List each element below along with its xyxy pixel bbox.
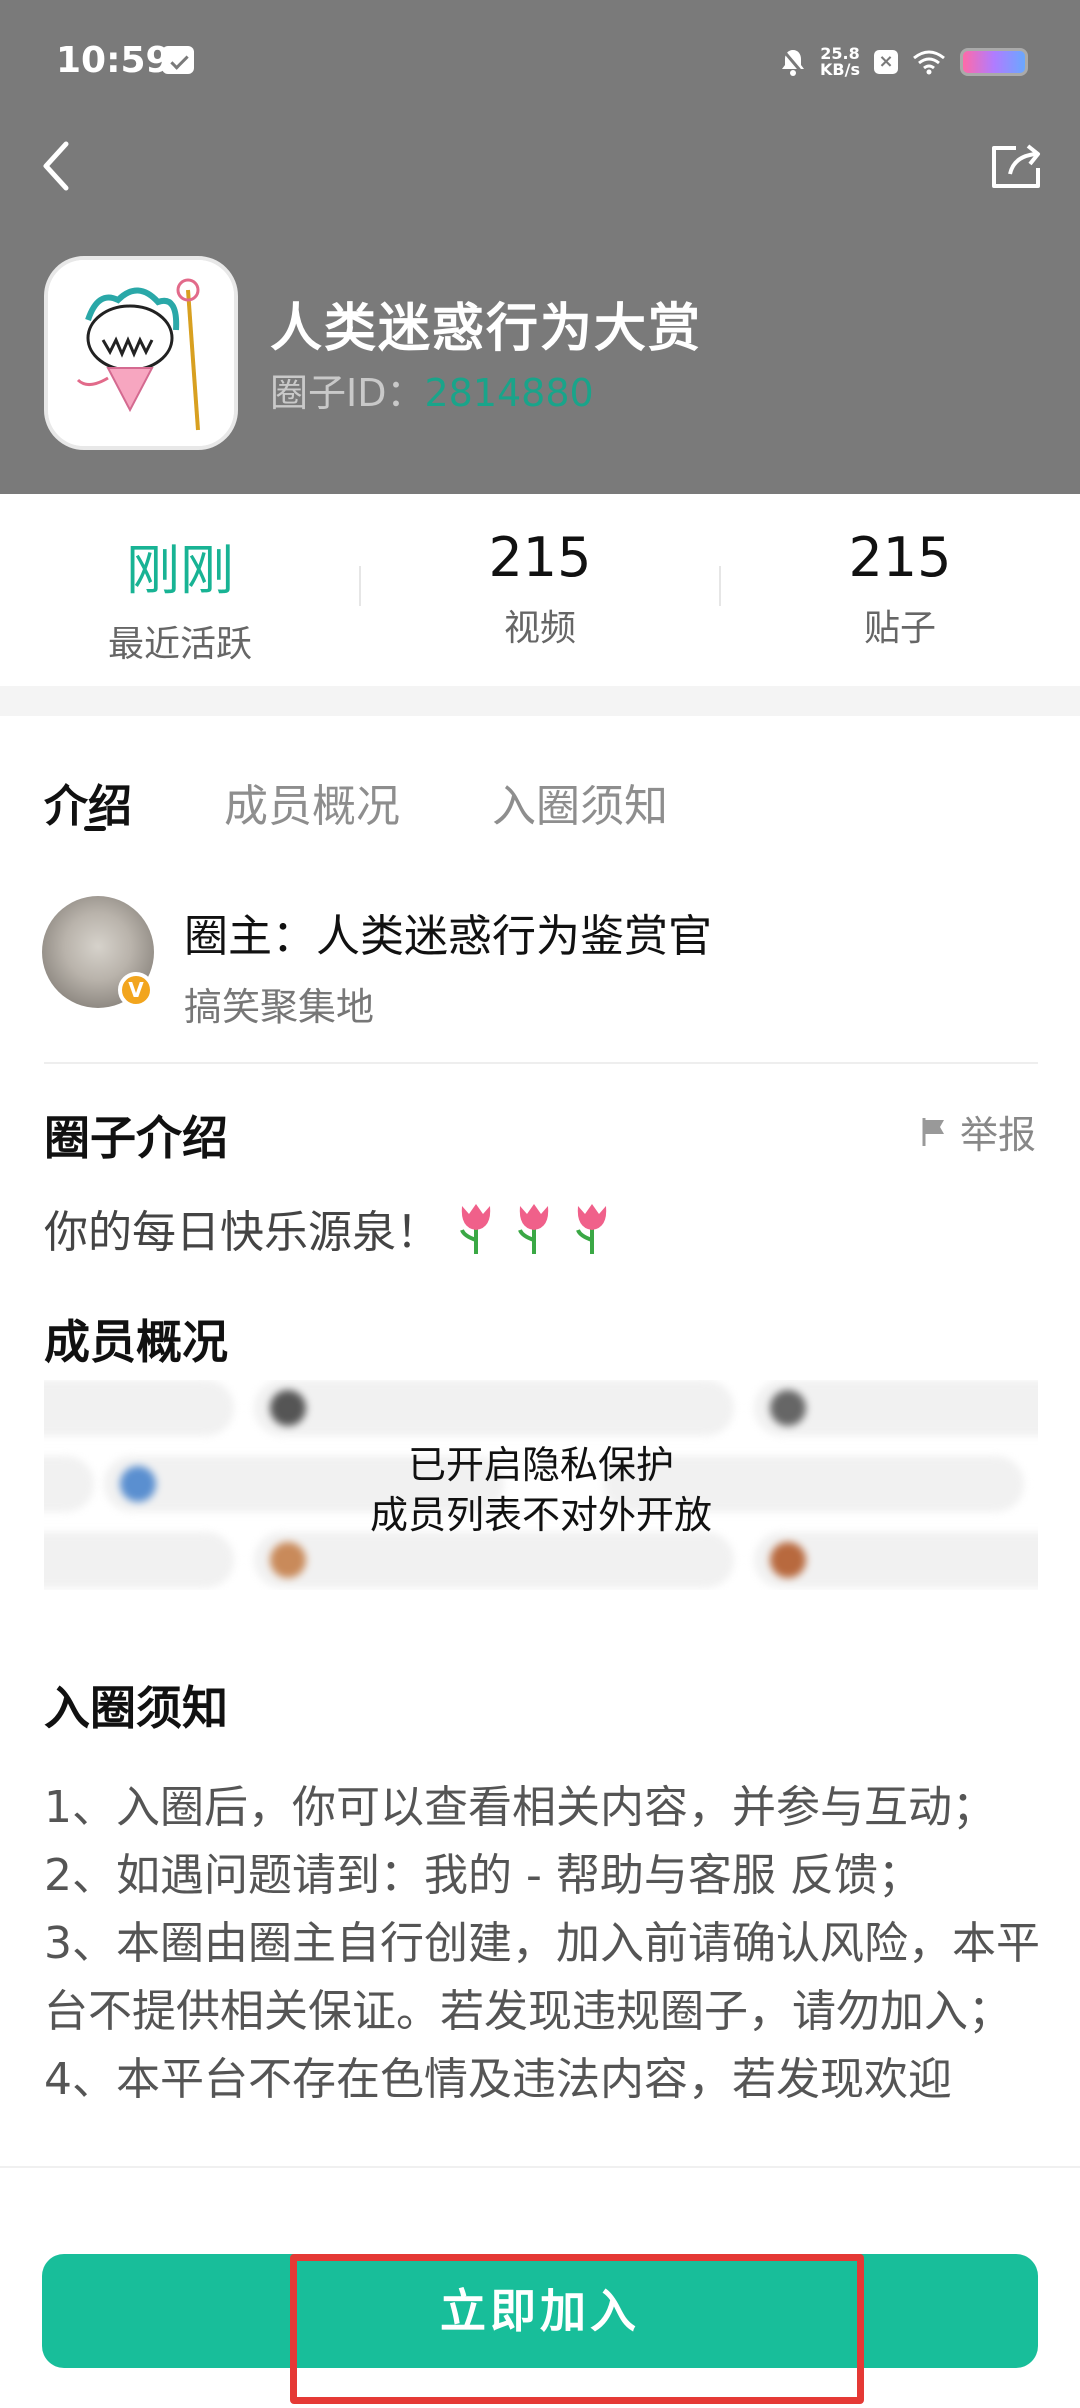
intro-title: 圈子介绍 [44,1111,228,1165]
stat-label: 贴子 [863,608,936,649]
net-speed-unit: KB/s [820,60,860,79]
privacy-line-1: 已开启隐私保护 [407,1443,674,1487]
tab-intro[interactable]: 介绍 [44,770,132,840]
circle-id: 圈子ID：2814880 [270,362,594,417]
highlight-annotation [290,2254,864,2404]
member-pill-blurred [44,1380,234,1436]
back-arrow-icon[interactable] [36,138,76,194]
member-pill-blurred [754,1380,1038,1436]
rule-item: 4、本平台不存在色情及违法内容，若发现欢迎 [44,2054,952,2105]
status-bar: 10:59 25.8 KB/s × [0,0,1080,128]
cartoon-character-icon [48,260,234,446]
tulip-icon [518,1204,549,1254]
tulip-icon [576,1204,607,1254]
intro-text: 你的每日快乐源泉！ [44,1196,614,1260]
stat-label: 最近活跃 [107,624,252,665]
rules-list: 1、入圈后，你可以查看相关内容，并参与互动； 2、如遇问题请到：我的 - 帮助与… [44,1774,1044,2114]
circle-header: 10:59 25.8 KB/s × 人类迷惑行为大赏 圈子ID：2814880 [0,0,1080,494]
stat-label: 视频 [503,608,576,649]
member-pill-blurred [254,1532,734,1588]
rules-title: 入圈须知 [44,1681,228,1735]
circle-stats: 刚刚 最近活跃 215 视频 215 贴子 [0,494,1080,686]
stat-value: 215 [488,526,592,589]
stat-recent-activity: 刚刚 最近活跃 [0,526,360,667]
privacy-notice: 已开启隐私保护 成员列表不对外开放 [44,1440,1038,1540]
message-notification-icon [162,46,194,74]
member-pill-blurred [754,1532,1038,1588]
status-icons: 25.8 KB/s × [780,42,1028,82]
share-icon[interactable] [988,140,1046,192]
privacy-line-2: 成员列表不对外开放 [369,1493,712,1537]
circle-id-value[interactable]: 2814880 [424,371,593,415]
net-speed: 25.8 KB/s [820,46,860,78]
stat-value: 刚刚 [126,539,234,602]
rule-item: 1、入圈后，你可以查看相关内容，并参与互动； [44,1782,996,1833]
stat-value: 215 [848,526,952,589]
divider [44,1062,1038,1064]
section-gap [0,686,1080,716]
tab-rules[interactable]: 入圈须知 [492,770,668,840]
verified-badge-icon: V [118,972,154,1008]
rule-item: 3、本圈由圈主自行创建，加入前请确认风险，本平台不提供相关保证。若发现违规圈子，… [44,1918,1040,2037]
report-label: 举报 [959,1113,1036,1157]
circle-title: 人类迷惑行为大赏 [270,299,703,359]
member-pill-blurred [44,1532,234,1588]
close-app-icon: × [874,50,898,74]
circle-id-label: 圈子ID： [270,371,425,415]
tab-members[interactable]: 成员概况 [224,770,400,840]
bell-muted-icon [780,48,806,76]
stat-videos[interactable]: 215 视频 [360,526,720,651]
members-title: 成员概况 [44,1315,228,1369]
circle-avatar [44,256,238,450]
page: 10:59 25.8 KB/s × 人类迷惑行为大赏 圈子ID：2814880 … [0,0,1080,2408]
flag-icon [922,1117,944,1146]
tulip-icon [460,1204,491,1254]
tab-bar: 介绍 成员概况 入圈须知 [44,770,668,840]
owner-name[interactable]: 圈主：人类迷惑行为鉴赏官 [184,900,712,964]
intro-text-content: 你的每日快乐源泉！ [44,1207,440,1258]
report-button[interactable]: 举报 [920,1104,1036,1159]
status-time: 10:59 [56,40,171,81]
member-pill-blurred [254,1380,734,1436]
stat-posts[interactable]: 215 贴子 [720,526,1080,651]
members-preview: 已开启隐私保护 成员列表不对外开放 [44,1380,1038,1590]
battery-icon [960,48,1028,76]
owner-subtitle: 搞笑聚集地 [184,985,375,1029]
wifi-icon [913,50,945,75]
rule-item: 2、如遇问题请到：我的 - 帮助与客服 反馈； [44,1850,922,1901]
